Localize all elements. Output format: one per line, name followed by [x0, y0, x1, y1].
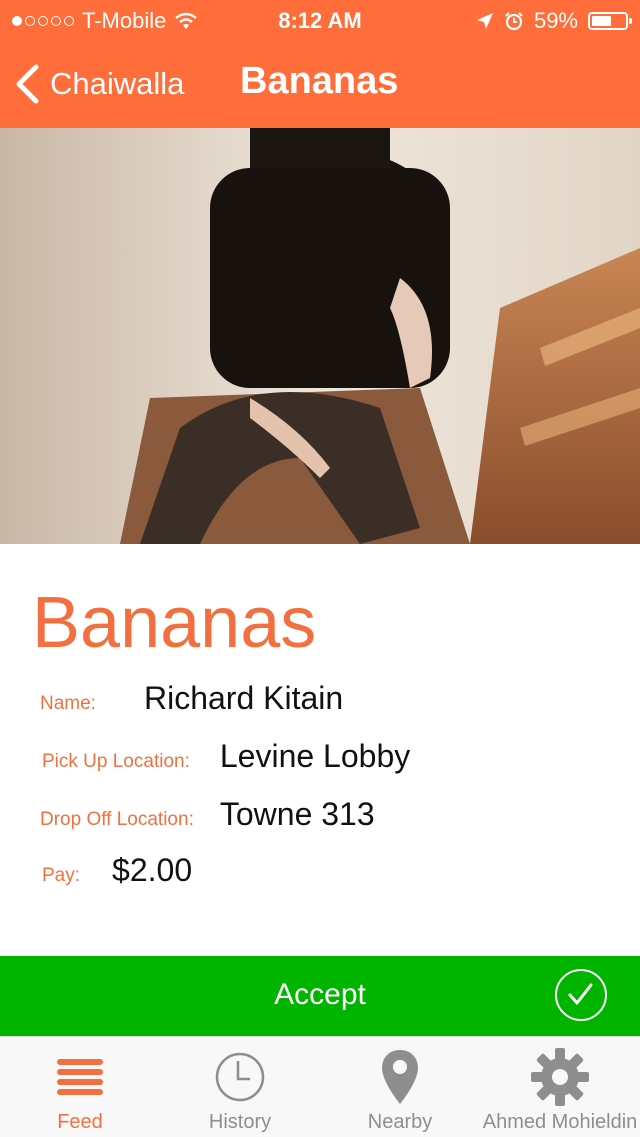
back-label: Chaiwalla	[50, 66, 185, 101]
accept-label: Accept	[274, 978, 366, 1011]
pay-label: Pay:	[42, 865, 81, 886]
photo-illustration	[0, 128, 640, 544]
status-right: 59%	[476, 8, 632, 34]
back-button[interactable]: Chaiwalla	[14, 52, 184, 116]
checkmark-glyph	[568, 983, 593, 1005]
location-arrow-icon	[476, 13, 493, 29]
item-photo	[0, 128, 640, 544]
tab-profile[interactable]: Ahmed Mohieldin	[480, 1037, 640, 1137]
tab-bar: Feed History Nearby Ahmed Mohieldin	[0, 1036, 640, 1137]
name-label: Name:	[40, 693, 96, 714]
dropoff-label: Drop Off Location:	[40, 809, 194, 830]
tab-history-label: History	[208, 1111, 272, 1133]
item-title: Bananas	[32, 583, 317, 663]
battery-percent: 59%	[533, 8, 578, 33]
tab-history[interactable]: History	[160, 1037, 320, 1137]
name-value: Richard Kitain	[143, 680, 344, 716]
pickup-row: Pick Up Location: Levine Lobby	[42, 738, 410, 775]
tab-feed[interactable]: Feed	[0, 1037, 160, 1137]
dropoff-row: Drop Off Location: Towne 313	[40, 796, 375, 833]
clock-icon	[160, 1049, 320, 1105]
map-pin-icon	[320, 1049, 480, 1105]
checkmark-icon[interactable]	[555, 969, 607, 1021]
battery-icon	[588, 12, 632, 30]
status-bar: T-Mobile 8:12 AM 59%	[0, 0, 640, 40]
accept-button[interactable]: Accept	[0, 956, 640, 1036]
dropoff-value: Towne 313	[219, 796, 375, 832]
pay-row: Pay: $2.00	[42, 852, 192, 889]
page-title: Bananas	[240, 60, 399, 102]
header: T-Mobile 8:12 AM 59% Chaiwalla Bananas	[0, 0, 640, 128]
tab-profile-label: Ahmed Mohieldin	[482, 1111, 638, 1133]
pay-value: $2.00	[112, 852, 193, 888]
pickup-label: Pick Up Location:	[42, 751, 190, 772]
tab-nearby[interactable]: Nearby	[320, 1037, 480, 1137]
chevron-left-icon	[16, 64, 39, 104]
tab-feed-label: Feed	[57, 1111, 103, 1133]
name-row: Name: Richard Kitain	[40, 680, 343, 717]
pickup-value: Levine Lobby	[219, 738, 411, 774]
navigation-bar: Chaiwalla Bananas	[0, 52, 640, 116]
alarm-icon	[505, 12, 523, 31]
battery-fill	[592, 16, 611, 26]
gear-icon	[480, 1048, 640, 1106]
tab-nearby-label: Nearby	[367, 1111, 433, 1133]
list-icon	[0, 1049, 160, 1105]
